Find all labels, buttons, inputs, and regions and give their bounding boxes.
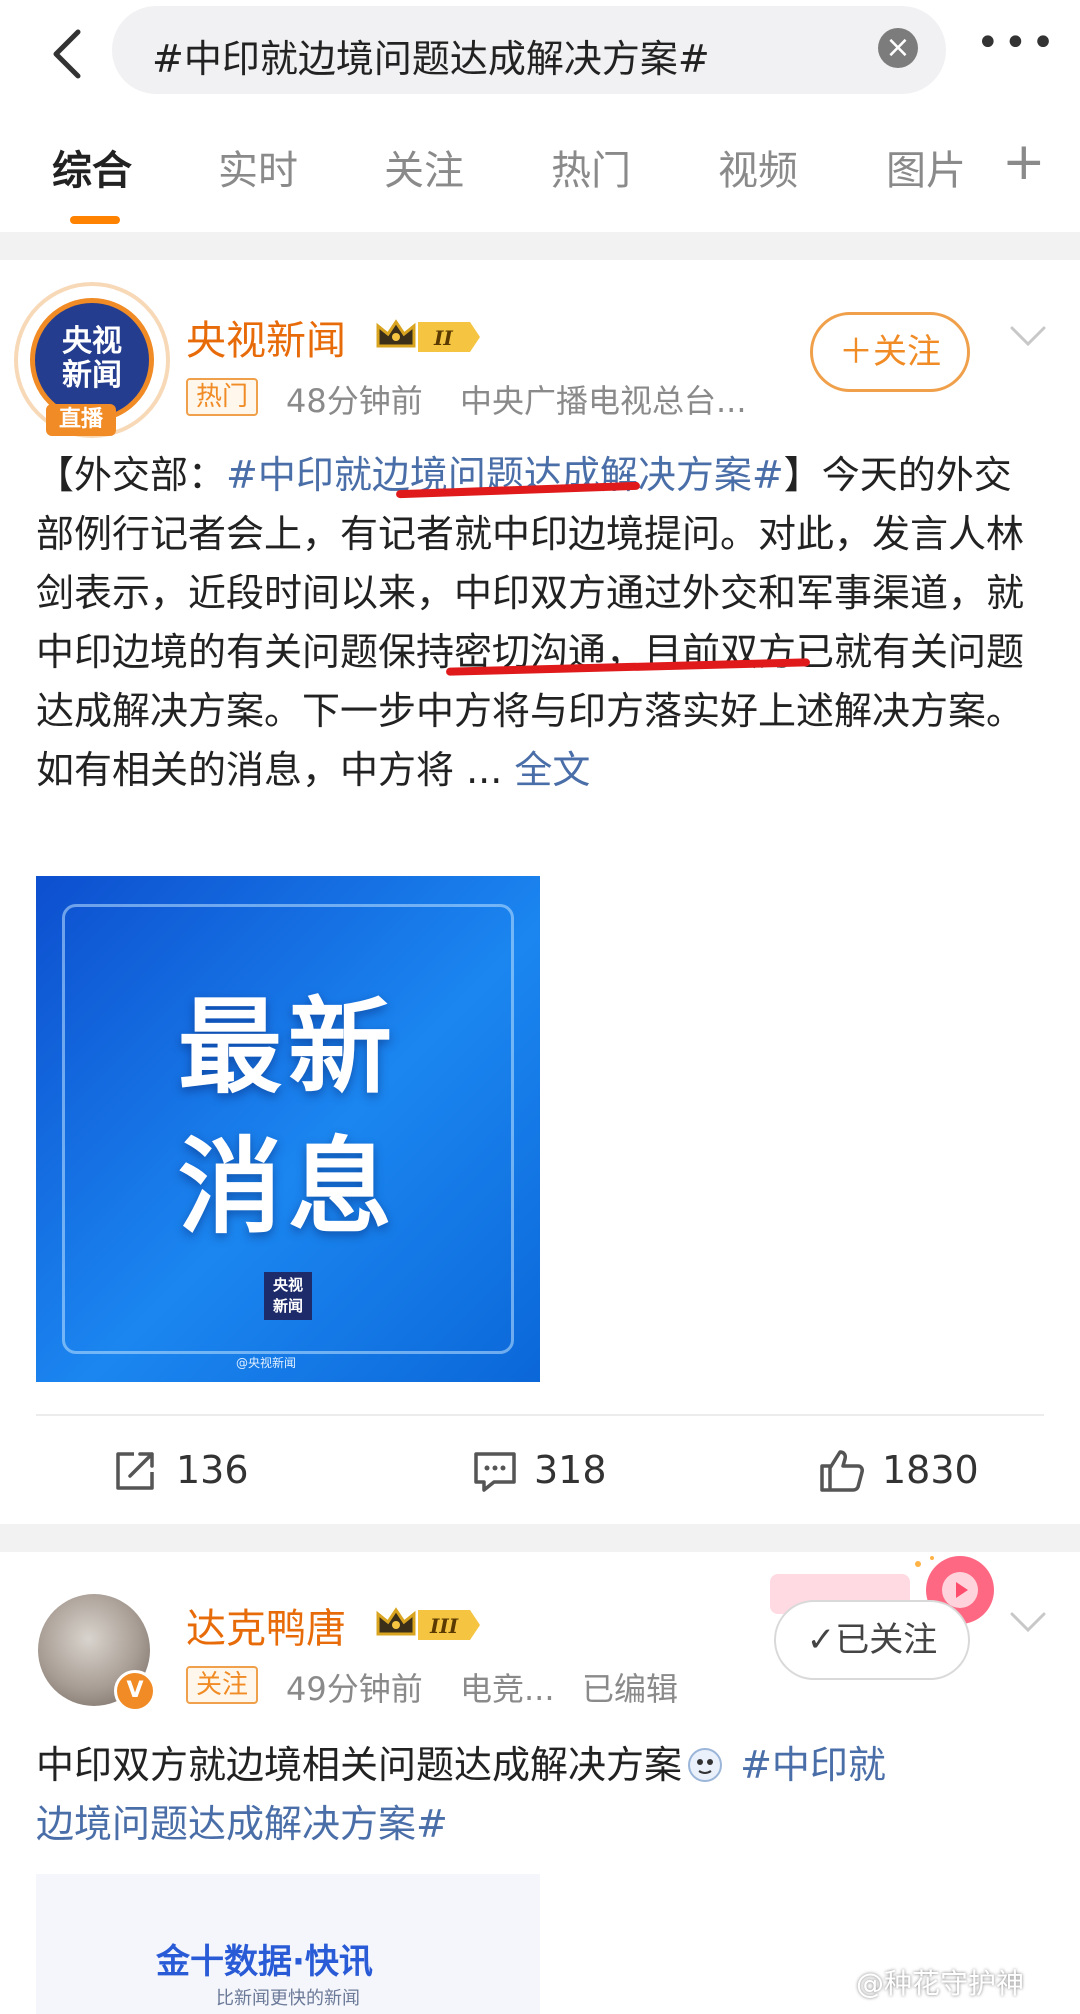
verified-badge-icon: V <box>114 1670 156 1712</box>
like-count[interactable]: 1830 <box>882 1448 979 1492</box>
comment-count[interactable]: 318 <box>534 1448 607 1492</box>
vip-crown-icon: III <box>376 1607 480 1640</box>
post-image[interactable]: 最新 消息 央视新闻 @央视新闻 <box>36 876 540 1382</box>
section-gap <box>0 1524 1080 1552</box>
back-arrow-icon[interactable] <box>40 24 100 84</box>
post-image[interactable]: 金十数据·快讯 比新闻更快的新闻 <box>36 1874 540 2014</box>
post-time: 48分钟前 <box>286 382 423 420</box>
post-text-body: 】今天的外交部例行记者会上，有记者就中印边境提问。对此，发言人林剑表示，近段时间… <box>36 453 1025 792</box>
post-text-prefix: 【外交部： <box>36 453 227 497</box>
post-time: 49分钟前 <box>286 1670 423 1708</box>
post-text: 中印双方就边境相关问题达成解决方案 #中印就边境问题达成解决方案# <box>36 1736 1046 1854</box>
level-text: III <box>429 1614 459 1638</box>
clear-icon[interactable]: × <box>878 28 918 68</box>
followed-button[interactable]: ✓已关注 <box>774 1600 970 1680</box>
image-logo-bottom: 新闻 <box>272 1297 303 1315</box>
repost-count[interactable]: 136 <box>176 1448 249 1492</box>
more-icon[interactable]: ••• <box>976 20 1059 66</box>
image-credit: @央视新闻 <box>236 1356 297 1370</box>
vip-crown-icon: II <box>376 319 480 352</box>
section-gap <box>0 232 1080 260</box>
avatar[interactable]: 央视 新闻 直播 <box>14 282 170 438</box>
hot-tag: 热门 <box>186 378 259 416</box>
chevron-down-icon[interactable] <box>1008 316 1048 356</box>
topic-part1: #中印就 <box>728 1743 886 1787</box>
watermark: @种花守护神 <box>856 1967 1025 2000</box>
edited-label: 已编辑 <box>582 1670 679 1708</box>
avatar-logo-top: 央视 <box>62 324 122 359</box>
search-input[interactable]: #中印就边境问题达成解决方案# <box>152 28 710 83</box>
image-headline-line2: 消息 <box>177 1126 398 1248</box>
post-source: 电竞... <box>460 1670 555 1708</box>
tab-bar: 综合 实时 关注 热门 视频 图片 <box>0 138 1080 208</box>
full-text-link[interactable]: 全文 <box>514 748 590 792</box>
tab-hot[interactable]: 热门 <box>551 138 631 196</box>
level-text: II <box>433 326 453 350</box>
image-subtitle: 比新闻更快的新闻 <box>216 1988 360 2009</box>
add-tab-icon[interactable]: + <box>1002 132 1046 192</box>
tab-images[interactable]: 图片 <box>886 138 966 196</box>
avatar-logo-bottom: 新闻 <box>62 358 122 393</box>
following-tag: 关注 <box>186 1666 259 1704</box>
tab-realtime[interactable]: 实时 <box>218 138 298 196</box>
post-text: 【外交部：#中印就边境问题达成解决方案#】今天的外交部例行记者会上，有记者就中印… <box>36 446 1046 800</box>
post-source: 中央广播电视总台... <box>460 382 747 420</box>
image-logo-top: 央视 <box>272 1276 303 1294</box>
post2-text: 中印双方就边境相关问题达成解决方案 <box>36 1743 683 1787</box>
chevron-down-icon[interactable] <box>1008 1602 1048 1642</box>
emoji-icon <box>688 1748 723 1782</box>
tab-comprehensive[interactable]: 综合 <box>52 138 132 196</box>
like-icon[interactable] <box>818 1446 866 1494</box>
comment-icon[interactable] <box>472 1450 518 1494</box>
repost-icon[interactable] <box>112 1448 158 1494</box>
live-badge: 直播 <box>46 404 116 436</box>
author-name[interactable]: 央视新闻 <box>186 308 346 366</box>
author-name[interactable]: 达克鸭唐 <box>186 1596 346 1654</box>
tab-video[interactable]: 视频 <box>718 138 798 196</box>
topic-part2: 边境问题达成解决方案# <box>36 1802 448 1846</box>
image-brand: 金十数据·快讯 <box>156 1942 373 1982</box>
search-bar[interactable]: #中印就边境问题达成解决方案# × <box>112 6 946 94</box>
active-tab-indicator <box>70 216 120 224</box>
tab-following[interactable]: 关注 <box>384 138 464 196</box>
cctv-news-logo: 央视 新闻 <box>264 1272 312 1320</box>
image-headline-line1: 最新 <box>177 986 398 1108</box>
divider <box>36 1414 1044 1416</box>
follow-button[interactable]: ＋关注 <box>810 312 970 392</box>
